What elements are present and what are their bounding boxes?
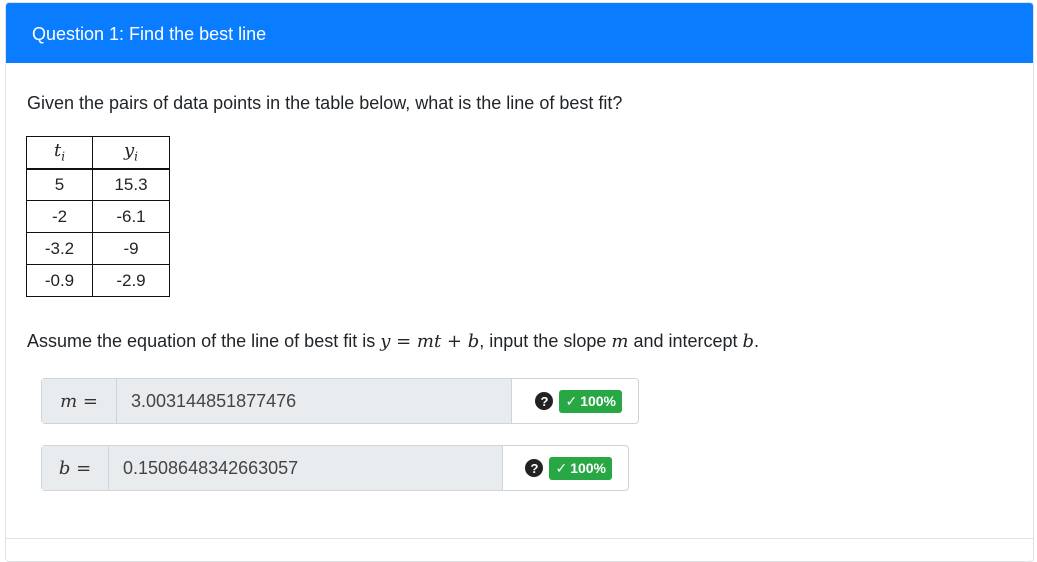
table-cell: 15.3 <box>92 168 170 201</box>
check-icon: ✓ <box>555 459 568 476</box>
table-cell: -2 <box>26 200 93 233</box>
table-cell: -3.2 <box>26 232 93 265</box>
table-row: 5 15.3 <box>26 168 170 201</box>
table-row: -0.9 -2.9 <box>26 264 170 297</box>
column-header-y: yi <box>92 136 170 170</box>
card-header: Question 1: Find the best line <box>6 3 1033 63</box>
table-cell: -0.9 <box>26 264 93 297</box>
table-cell: -6.1 <box>92 200 170 233</box>
slope-input[interactable]: 3.003144851877476 <box>117 379 512 423</box>
instruction-text: Assume the equation of the line of best … <box>27 331 760 352</box>
data-table: ti yi 5 15.3 -2 -6.1 -3.2 -9 -0.9 -2.9 <box>26 136 170 297</box>
question-prompt: Given the pairs of data points in the ta… <box>27 93 623 113</box>
table-cell: -9 <box>92 232 170 265</box>
slope-label: m = <box>42 379 117 423</box>
check-icon: ✓ <box>565 392 578 409</box>
question-title: Question 1: Find the best line <box>32 24 267 44</box>
table-cell: 5 <box>26 168 93 201</box>
slope-input-group: m = 3.003144851877476 ? ✓ 100% <box>41 378 639 424</box>
card-divider <box>6 538 1033 539</box>
intercept-variable: b <box>742 331 755 352</box>
question-circle-icon[interactable]: ? <box>535 392 554 410</box>
table-cell: -2.9 <box>92 264 170 297</box>
slope-feedback: ? ✓ 100% <box>512 379 638 423</box>
intercept-input[interactable]: 0.1508648342663057 <box>109 446 503 490</box>
intercept-label: b = <box>42 446 109 490</box>
slope-score-badge: ✓ 100% <box>559 389 622 413</box>
table-row: -2 -6.1 <box>26 200 170 233</box>
intercept-input-group: b = 0.1508648342663057 ? ✓ 100% <box>41 445 629 491</box>
slope-variable: m <box>611 331 629 352</box>
equation: y = mt + b <box>380 331 480 352</box>
question-circle-icon[interactable]: ? <box>525 459 544 477</box>
column-header-t: ti <box>26 136 93 170</box>
table-header-row: ti yi <box>26 136 170 170</box>
intercept-score-badge: ✓ 100% <box>549 456 612 480</box>
table-row: -3.2 -9 <box>26 232 170 265</box>
intercept-feedback: ? ✓ 100% <box>503 446 628 490</box>
